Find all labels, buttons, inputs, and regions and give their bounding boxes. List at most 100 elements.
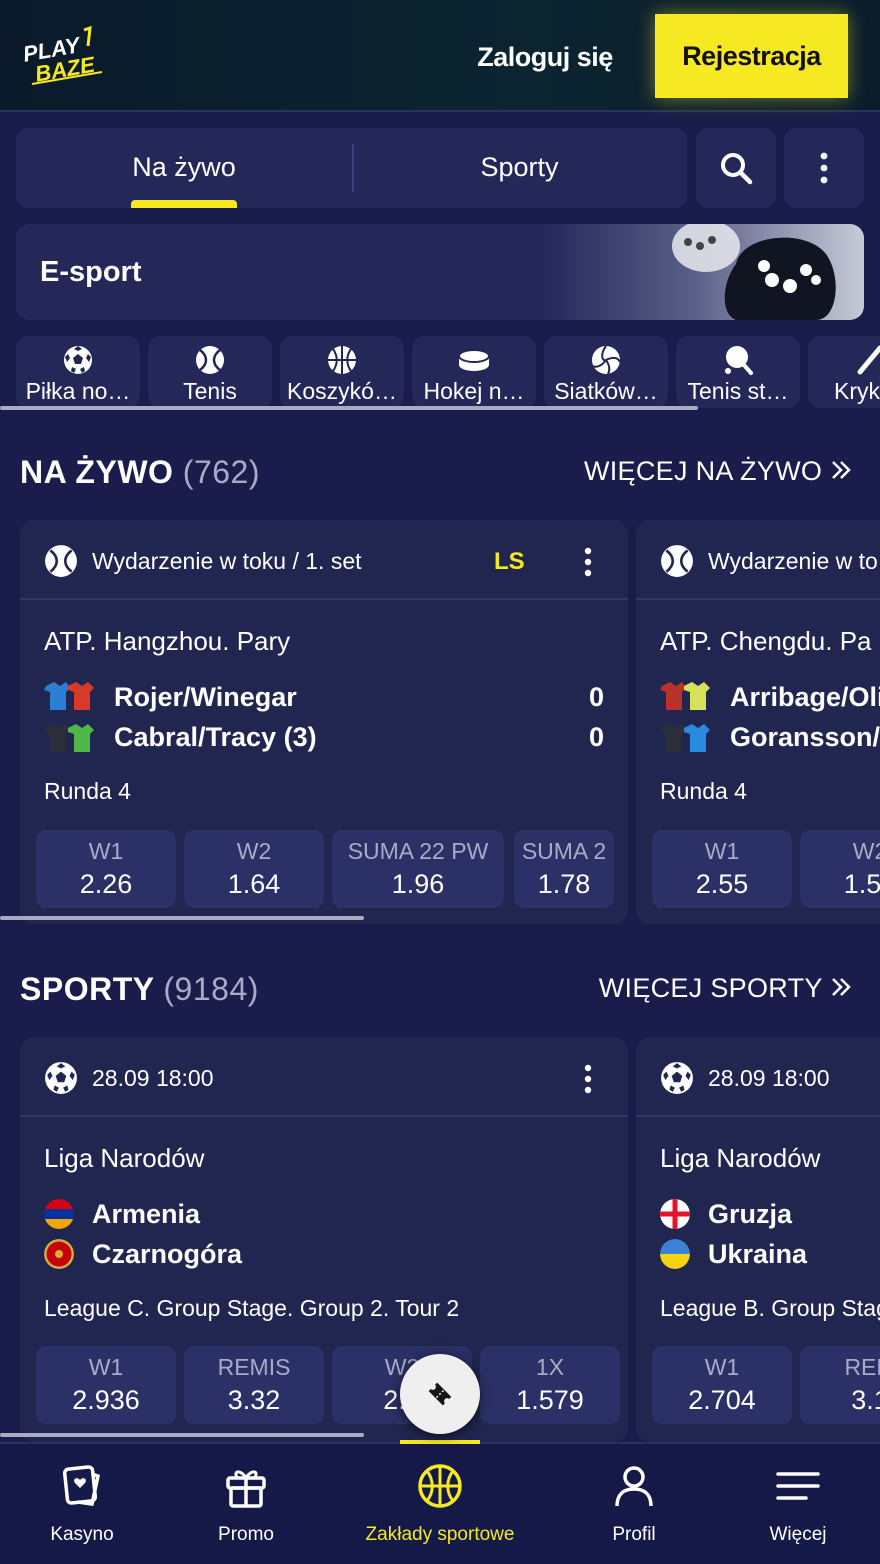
ticket-icon xyxy=(428,1382,452,1406)
register-button[interactable]: Rejestracja xyxy=(655,14,848,98)
live-scrollbar[interactable] xyxy=(0,916,364,920)
team2-name: Czarnogóra xyxy=(92,1239,243,1269)
user-icon xyxy=(615,1466,653,1507)
double-chevron-right-icon xyxy=(832,461,851,479)
card-menu-icon[interactable] xyxy=(576,546,600,578)
odd-button[interactable]: W2 1.51 xyxy=(800,830,880,908)
nav-more[interactable]: Więcej xyxy=(748,1444,848,1564)
team2-name: Ukraina xyxy=(708,1239,808,1269)
category-basketball[interactable]: Koszykó… xyxy=(280,336,404,408)
league-name: ATP. Hangzhou. Pary xyxy=(44,626,291,656)
odd-button[interactable]: SUMA 22 PW 1.96 xyxy=(332,830,504,908)
category-label: Siatków… xyxy=(554,378,658,404)
gamepad-image xyxy=(672,224,836,320)
nav-profile[interactable]: Profil xyxy=(584,1444,684,1564)
league-name: Liga Narodów xyxy=(660,1143,821,1173)
armenia-flag-icon xyxy=(44,1199,74,1229)
sports-title-text: SPORTY xyxy=(20,971,154,1007)
prematch-event-card[interactable]: 28.09 18:00 Liga Narodów Armenia Czarnog… xyxy=(20,1037,628,1442)
category-cricket[interactable]: Kryk xyxy=(808,336,880,408)
odd-value: 3.32 xyxy=(227,1385,281,1415)
hockey-puck-icon xyxy=(458,349,490,371)
category-label: Hokej n… xyxy=(423,378,525,404)
live-event-card[interactable]: Wydarzenie w toku / 1. set LS ATP. Hangz… xyxy=(20,520,628,924)
cricket-bat-icon xyxy=(857,345,880,375)
team2-name: Goransson/ xyxy=(730,722,880,752)
odd-button[interactable]: W2 1.64 xyxy=(184,830,324,908)
active-tab-indicator xyxy=(131,200,237,208)
tab-sports[interactable]: Sporty xyxy=(352,128,687,208)
live-stream-badge[interactable]: LS xyxy=(494,520,525,604)
category-soccer[interactable]: Piłka no… xyxy=(16,336,140,408)
nav-label: Więcej xyxy=(769,1524,827,1545)
nav-casino[interactable]: Kasyno xyxy=(32,1444,132,1564)
odd-value: 2.936 xyxy=(72,1385,140,1415)
more-menu-button[interactable] xyxy=(784,128,864,208)
odd-button[interactable]: W1 2.704 xyxy=(652,1346,792,1424)
team1-name: Gruzja xyxy=(708,1199,793,1229)
nav-sports-betting[interactable]: Zakłady sportowe xyxy=(360,1444,520,1564)
odd-button[interactable]: REM 3.1 xyxy=(800,1346,880,1424)
odd-button[interactable]: W1 2.55 xyxy=(652,830,792,908)
nav-label: Kasyno xyxy=(50,1524,114,1545)
esport-banner[interactable]: E-sport xyxy=(16,224,864,320)
team2-jersey-icon xyxy=(660,724,710,752)
team1-score: 0 xyxy=(588,682,604,712)
soccer-ball-icon xyxy=(64,346,92,374)
odd-button[interactable]: SUMA 2 1.78 xyxy=(514,830,614,908)
team1-jersey-icon xyxy=(660,682,710,710)
tennis-ball-icon xyxy=(196,346,224,374)
tennis-ball-icon xyxy=(661,545,693,577)
more-vertical-icon xyxy=(820,152,828,184)
category-label: Piłka no… xyxy=(25,378,131,404)
basketball-icon xyxy=(418,1464,462,1508)
sports-scrollbar[interactable] xyxy=(0,1433,364,1437)
odd-button[interactable]: REMIS 3.32 xyxy=(184,1346,324,1424)
odd-name: W1 xyxy=(88,838,124,864)
odd-name: SUMA 22 PW xyxy=(347,838,489,864)
search-button[interactable] xyxy=(696,128,776,208)
card-menu-icon[interactable] xyxy=(576,1063,600,1095)
odd-name: W1 xyxy=(704,838,740,864)
event-date: 28.09 18:00 xyxy=(92,1065,214,1091)
odd-button[interactable]: W1 2.936 xyxy=(36,1346,176,1424)
event-date: 28.09 18:00 xyxy=(708,1065,830,1091)
odd-button[interactable]: 1X 1.579 xyxy=(480,1346,620,1424)
ukraine-flag-icon xyxy=(660,1239,690,1269)
more-sports-link[interactable]: WIĘCEJ SPORTY xyxy=(599,973,852,1004)
more-live-link[interactable]: WIĘCEJ NA ŻYWO xyxy=(584,456,852,487)
odd-value: 1.579 xyxy=(516,1385,584,1415)
prematch-event-card[interactable]: 28.09 18:00 Liga Narodów Gruzja Ukraina … xyxy=(636,1037,880,1442)
tab-live[interactable]: Na żywo xyxy=(16,128,352,208)
card-header: 28.09 18:00 xyxy=(20,1037,628,1117)
category-table-tennis[interactable]: Tenis st… xyxy=(676,336,800,408)
odd-name: W2 xyxy=(852,838,880,864)
team1-name: Rojer/Winegar xyxy=(114,682,297,712)
nav-promo[interactable]: Promo xyxy=(196,1444,296,1564)
odd-value: 1.78 xyxy=(537,869,591,899)
search-icon xyxy=(721,153,753,185)
event-status: Wydarzenie w to xyxy=(708,548,878,574)
category-tennis[interactable]: Tenis xyxy=(148,336,272,408)
odd-button[interactable]: W1 2.26 xyxy=(36,830,176,908)
volleyball-icon xyxy=(592,345,621,375)
live-event-card[interactable]: Wydarzenie w to ATP. Chengdu. Pa Arribag… xyxy=(636,520,880,924)
odd-value: 2.55 xyxy=(695,869,749,899)
card-header: Wydarzenie w toku / 1. set LS xyxy=(20,520,628,600)
betslip-button[interactable] xyxy=(400,1354,480,1434)
more-live-label: WIĘCEJ NA ŻYWO xyxy=(583,456,823,486)
category-label: Kryk xyxy=(834,378,880,404)
category-hockey[interactable]: Hokej n… xyxy=(412,336,536,408)
category-volleyball[interactable]: Siatków… xyxy=(544,336,668,408)
team2-score: 0 xyxy=(588,722,604,752)
odd-name: W2 xyxy=(236,838,272,864)
categories-scrollbar[interactable] xyxy=(0,406,698,410)
more-sports-label: WIĘCEJ SPORTY xyxy=(598,973,823,1003)
table-tennis-icon xyxy=(725,346,753,375)
gift-icon xyxy=(226,1470,266,1508)
playbaze-logo[interactable]: PLAY BAZE xyxy=(18,26,108,90)
login-button[interactable]: Zaloguj się xyxy=(470,36,620,78)
sports-count: (9184) xyxy=(163,971,259,1007)
team1-name: Armenia xyxy=(92,1199,201,1229)
stage-label: League C. Group Stage. Group 2. Tour 2 xyxy=(44,1295,460,1321)
